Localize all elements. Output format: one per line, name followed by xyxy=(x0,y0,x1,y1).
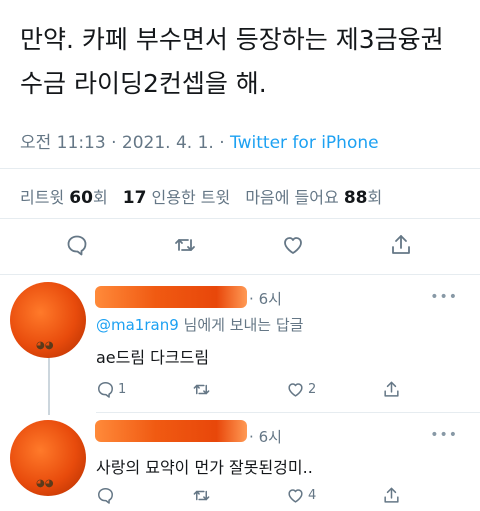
redacted-username[interactable] xyxy=(95,286,247,308)
tweet-text-line2: 수금 라이딩2컨셉을 해. xyxy=(20,69,267,98)
tweet-source-link[interactable]: Twitter for iPhone xyxy=(230,133,379,153)
reply-action-bar: 1 2 xyxy=(96,378,456,402)
retweet-button[interactable] xyxy=(192,378,214,400)
like-button[interactable]: 4 xyxy=(286,484,316,506)
retweets-label: 리트윗 xyxy=(20,188,65,207)
share-icon xyxy=(384,381,399,397)
reply-icon xyxy=(98,487,113,504)
likes-label: 마음에 들어요 xyxy=(245,188,339,207)
likes-count: 88 xyxy=(343,188,368,208)
more-icon[interactable]: ••• xyxy=(430,289,458,305)
like-count: 2 xyxy=(308,381,317,397)
likes-unit: 회 xyxy=(367,188,383,207)
redacted-username[interactable] xyxy=(95,420,247,442)
reply-count: 1 xyxy=(118,381,127,397)
quotes-stat[interactable]: 17 인용한 트윗 xyxy=(122,188,231,208)
reply-button[interactable] xyxy=(96,484,118,506)
retweet-button[interactable] xyxy=(170,230,200,260)
meta-separator: · xyxy=(219,133,225,153)
tweet-stats: 리트윗 60회 17 인용한 트윗 마음에 들어요 88회 xyxy=(20,184,382,208)
reply-text: ae드림 다크드림 xyxy=(96,348,210,367)
reply-time-value: 6시 xyxy=(258,428,282,446)
replying-to: @ma1ran9 님에게 보내는 답글 xyxy=(96,314,303,335)
retweet-button[interactable] xyxy=(192,484,214,506)
divider xyxy=(0,168,480,169)
tweet-meta: 오전 11:13 · 2021. 4. 1. · Twitter for iPh… xyxy=(20,128,379,153)
reply-button[interactable]: 1 xyxy=(96,378,126,400)
share-button[interactable] xyxy=(382,484,401,506)
reply-icon xyxy=(67,235,87,256)
reply-time: · 6시 xyxy=(249,288,282,309)
quotes-count: 17 xyxy=(122,188,147,208)
share-button[interactable] xyxy=(382,378,401,400)
reply-time-separator: · xyxy=(249,428,254,446)
reply-button[interactable] xyxy=(62,230,92,260)
tweet-time[interactable]: 오전 11:13 xyxy=(20,133,106,153)
avatar-face-icon: ◕◕ xyxy=(36,478,54,489)
tweet-text: 만약. 카페 부수면서 등장하는 제3금융권 수금 라이딩2컨셉을 해. xyxy=(20,18,470,106)
reply-action-bar: 4 xyxy=(96,484,456,508)
avatar[interactable]: ◕◕ xyxy=(10,282,86,358)
divider xyxy=(0,274,480,275)
reply-time-value: 6시 xyxy=(258,290,282,308)
retweet-icon xyxy=(193,384,210,394)
reply-time-separator: · xyxy=(249,290,254,308)
like-icon xyxy=(288,382,303,397)
tweet-action-bar xyxy=(0,230,480,264)
like-icon xyxy=(288,488,303,503)
retweets-stat[interactable]: 리트윗 60회 xyxy=(20,188,108,208)
share-icon xyxy=(392,235,410,254)
share-button[interactable] xyxy=(386,230,416,260)
quotes-label: 인용한 트윗 xyxy=(151,188,231,207)
reply-icon xyxy=(98,381,113,398)
like-button[interactable]: 2 xyxy=(286,378,316,400)
reply-time: · 6시 xyxy=(249,426,282,447)
avatar-face-icon: ◕◕ xyxy=(36,340,54,351)
like-button[interactable] xyxy=(278,230,308,260)
retweet-icon xyxy=(175,239,195,251)
avatar[interactable]: ◕◕ xyxy=(10,420,86,496)
share-icon xyxy=(384,487,399,503)
replying-suffix: 님에게 보내는 답글 xyxy=(178,316,304,334)
more-icon[interactable]: ••• xyxy=(430,427,458,443)
mention-link[interactable]: @ma1ran9 xyxy=(96,316,179,334)
divider xyxy=(96,412,480,413)
retweets-count: 60 xyxy=(69,188,93,208)
reply-text: 사랑의 묘약이 먼가 잘못된겅미.. xyxy=(96,458,313,477)
retweets-unit: 회 xyxy=(92,188,108,207)
like-icon xyxy=(284,237,302,254)
meta-separator: · xyxy=(111,133,117,153)
like-count: 4 xyxy=(308,487,317,503)
retweet-icon xyxy=(193,490,210,500)
tweet-date[interactable]: 2021. 4. 1. xyxy=(122,133,214,153)
thread-line xyxy=(48,355,50,415)
likes-stat[interactable]: 마음에 들어요 88회 xyxy=(245,188,383,208)
tweet-text-line1: 만약. 카페 부수면서 등장하는 제3금융권 xyxy=(20,25,444,54)
divider xyxy=(0,218,480,219)
